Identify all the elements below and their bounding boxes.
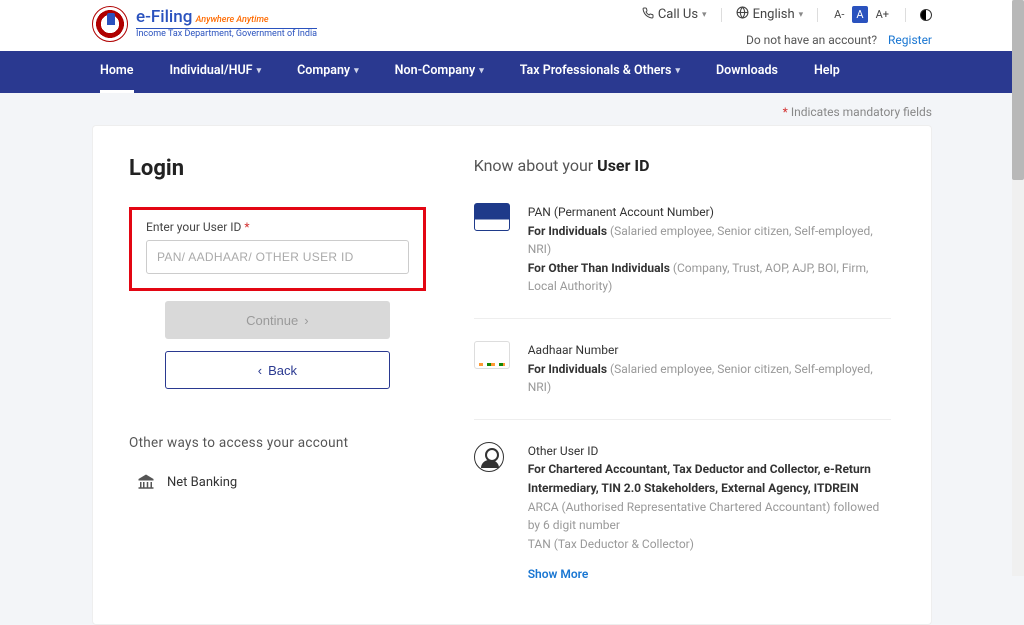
main-nav: Home Individual/HUF▾ Company▾ Non-Compan… (0, 51, 1024, 93)
register-link[interactable]: Register (888, 33, 932, 47)
contrast-toggle[interactable] (920, 9, 932, 21)
font-default-button[interactable]: A (852, 6, 867, 23)
other-user-icon (474, 442, 504, 472)
brand: e-Filing Anywhere Anytime Income Tax Dep… (92, 6, 317, 42)
globe-icon (736, 6, 749, 23)
user-id-type-pan: PAN (Permanent Account Number) For Indiv… (474, 203, 891, 319)
nav-home[interactable]: Home (100, 51, 134, 93)
language-dropdown[interactable]: English ▾ (736, 6, 804, 23)
nav-downloads[interactable]: Downloads (716, 51, 778, 93)
nav-company[interactable]: Company▾ (297, 51, 359, 93)
nav-individual-huf[interactable]: Individual/HUF▾ (170, 51, 262, 93)
brand-title: e-Filing (136, 7, 192, 27)
user-id-type-other: Other User ID For Chartered Accountant, … (474, 442, 891, 584)
chevron-down-icon: ▾ (479, 66, 484, 76)
call-us-dropdown[interactable]: Call Us ▾ (642, 7, 707, 23)
login-heading: Login (129, 156, 426, 181)
bank-icon (137, 473, 155, 491)
chevron-left-icon: ‹ (258, 363, 262, 378)
continue-button[interactable]: Continue › (165, 301, 391, 339)
phone-icon (642, 7, 654, 23)
no-account-text: Do not have an account? (746, 33, 877, 47)
user-id-type-aadhaar: Aadhaar Number For Individuals (Salaried… (474, 341, 891, 420)
nav-help[interactable]: Help (814, 51, 840, 93)
pan-title: PAN (Permanent Account Number) (528, 203, 891, 222)
highlighted-user-id-section: Enter your User ID * (129, 207, 426, 291)
nav-non-company[interactable]: Non-Company▾ (395, 51, 484, 93)
emblem-logo (92, 6, 128, 42)
brand-tagline: Anywhere Anytime (196, 15, 269, 25)
call-us-label: Call Us (658, 7, 698, 22)
page-scrollbar[interactable] (1012, 0, 1024, 576)
nav-tax-professionals[interactable]: Tax Professionals & Others▾ (520, 51, 680, 93)
font-size-controls: A- A A+ (832, 6, 891, 23)
chevron-right-icon: › (304, 313, 308, 328)
font-increase-button[interactable]: A+ (874, 7, 891, 22)
chevron-down-icon: ▾ (675, 66, 680, 76)
font-decrease-button[interactable]: A- (832, 7, 846, 22)
chevron-down-icon: ▾ (257, 66, 262, 76)
aadhaar-title: Aadhaar Number (528, 341, 891, 360)
user-id-label: Enter your User ID (146, 220, 241, 234)
other-ways-heading: Other ways to access your account (129, 435, 426, 451)
mandatory-note: Indicates mandatory fields (791, 105, 932, 119)
aadhaar-card-icon (474, 341, 510, 369)
user-id-input[interactable] (146, 240, 409, 274)
net-banking-label: Net Banking (167, 475, 237, 490)
scrollbar-thumb[interactable] (1012, 0, 1024, 180)
show-more-link[interactable]: Show More (528, 565, 589, 584)
brand-subtitle: Income Tax Department, Government of Ind… (136, 28, 317, 40)
chevron-down-icon: ▾ (799, 10, 804, 20)
net-banking-option[interactable]: Net Banking (129, 473, 426, 491)
back-button[interactable]: ‹ Back (165, 351, 391, 389)
language-label: English (753, 7, 795, 22)
chevron-down-icon: ▾ (702, 10, 707, 20)
chevron-down-icon: ▾ (354, 66, 359, 76)
know-user-id-heading: Know about your User ID (474, 156, 891, 175)
pan-card-icon (474, 203, 510, 231)
other-title: Other User ID (528, 442, 891, 461)
